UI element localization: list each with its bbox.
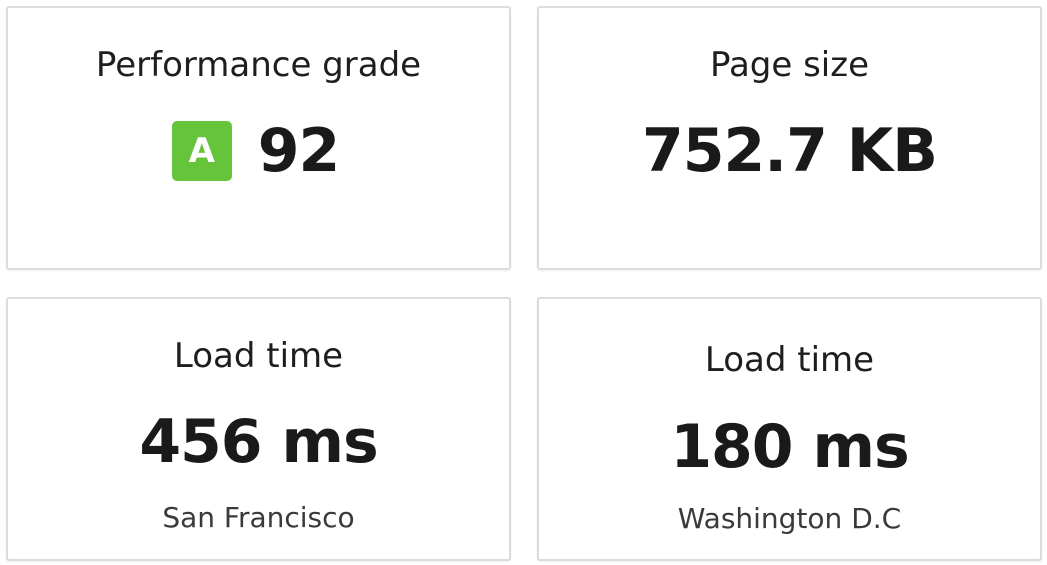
grade-badge: A <box>171 121 232 181</box>
page-size-card: Page size 752.7 KB <box>537 6 1042 270</box>
load-time-sf-card: Load time 456 ms San Francisco <box>6 297 511 561</box>
load-time-location: San Francisco <box>162 501 355 534</box>
performance-grade-row: A 92 <box>8 121 509 181</box>
performance-score: 92 <box>257 116 340 186</box>
page-size-value: 752.7 KB <box>642 116 938 186</box>
load-time-label: Load time <box>704 340 875 380</box>
load-time-value: 180 ms <box>670 412 909 482</box>
page-size-label: Page size <box>709 45 870 85</box>
performance-grade-label: Performance grade <box>95 45 422 85</box>
load-time-value: 456 ms <box>139 407 378 477</box>
load-time-label: Load time <box>173 336 344 376</box>
load-time-location: Washington D.C <box>677 502 902 535</box>
load-time-dc-card: Load time 180 ms Washington D.C <box>537 297 1042 561</box>
performance-grade-card: Performance grade A 92 <box>6 6 511 270</box>
